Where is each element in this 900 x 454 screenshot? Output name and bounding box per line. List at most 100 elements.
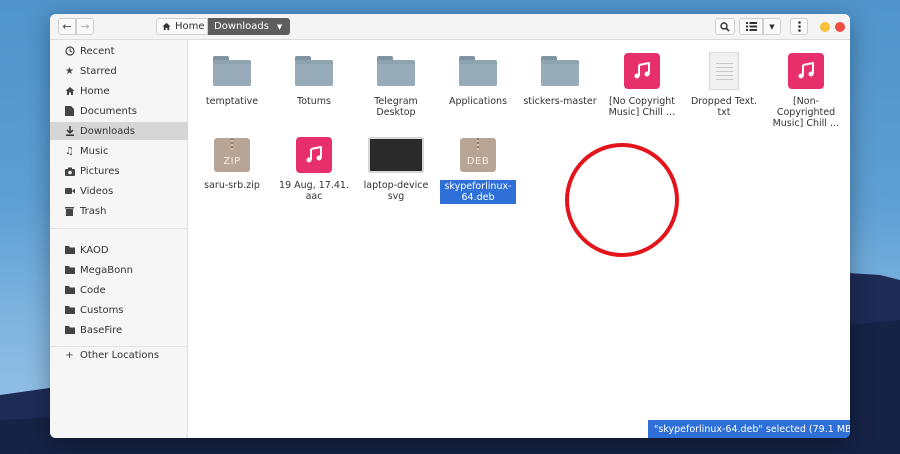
file-label: temptative bbox=[205, 96, 259, 107]
folder-icon bbox=[377, 56, 415, 86]
file-label: stickers-master bbox=[523, 96, 597, 107]
sidebar-item-documents[interactable]: Documents bbox=[50, 102, 188, 120]
sidebar-item-label: Downloads bbox=[80, 125, 135, 137]
sidebar-item-label: KAOD bbox=[80, 244, 109, 256]
file-item-stickers-master[interactable]: stickers-master bbox=[520, 48, 600, 107]
archive-badge: ZIP bbox=[223, 156, 241, 167]
back-button[interactable]: ← bbox=[58, 18, 76, 35]
breadcrumb-home[interactable]: Home bbox=[156, 18, 208, 35]
file-label: laptop-device svg bbox=[363, 180, 429, 202]
archive-badge: DEB bbox=[466, 156, 490, 167]
folder-icon bbox=[64, 265, 75, 276]
sidebar-item-customs[interactable]: Customs bbox=[50, 301, 188, 319]
sidebar-item-label: Home bbox=[80, 85, 110, 97]
sidebar-item-label: MegaBonn bbox=[80, 264, 133, 276]
camera-icon bbox=[64, 166, 75, 177]
file-label: Dropped Text. txt bbox=[690, 96, 757, 118]
header-bar: ← → Home Downloads ▼ ▼ bbox=[50, 14, 850, 40]
caret-down-icon: ▼ bbox=[276, 22, 283, 31]
list-view-button[interactable] bbox=[739, 18, 763, 35]
sidebar-item-label: Trash bbox=[80, 205, 107, 217]
plus-icon: + bbox=[65, 349, 74, 361]
file-label: Applications bbox=[448, 96, 508, 107]
sidebar-item-downloads[interactable]: Downloads bbox=[50, 122, 188, 140]
sidebar-item-megabonn[interactable]: MegaBonn bbox=[50, 261, 188, 279]
file-label: 19 Aug, 17.41. aac bbox=[279, 180, 349, 202]
file-item-skypeforlinux-deb[interactable]: DEB skypeforlinux-64.deb bbox=[438, 132, 518, 204]
file-item-saru-srb-zip[interactable]: ZIP saru-srb.zip bbox=[192, 132, 272, 191]
sidebar-item-label: Recent bbox=[80, 45, 115, 57]
menu-button[interactable] bbox=[790, 18, 808, 35]
forward-button[interactable]: → bbox=[76, 18, 94, 35]
file-grid: temptative Totums Telegram Desktop Appli… bbox=[188, 40, 850, 438]
clock-icon bbox=[64, 46, 75, 57]
file-item-totums[interactable]: Totums bbox=[274, 48, 354, 107]
file-label-selected: skypeforlinux-64.deb bbox=[440, 180, 516, 204]
video-icon bbox=[64, 186, 75, 197]
view-options-icon: ▼ bbox=[769, 22, 775, 31]
archive-file-icon: ZIP bbox=[214, 138, 250, 172]
sidebar-item-label: Other Locations bbox=[80, 349, 160, 361]
sidebar-item-basefire[interactable]: BaseFire bbox=[50, 321, 188, 339]
music-file-icon bbox=[788, 53, 824, 89]
search-icon bbox=[720, 21, 730, 32]
file-item-laptop-device-svg[interactable]: laptop-device svg bbox=[356, 132, 436, 202]
sidebar-item-label: Videos bbox=[80, 185, 114, 197]
arrow-left-icon: ← bbox=[62, 20, 72, 33]
file-item-non-copyrighted-music[interactable]: [Non-Copyrighted Music] Chill … bbox=[766, 48, 846, 129]
trash-icon bbox=[64, 206, 75, 217]
folder-icon bbox=[213, 56, 251, 86]
sidebar-item-label: BaseFire bbox=[80, 324, 123, 336]
file-item-temptative[interactable]: temptative bbox=[192, 48, 272, 107]
sidebar-item-home[interactable]: Home bbox=[50, 82, 188, 100]
image-thumbnail-icon bbox=[368, 137, 424, 173]
file-item-no-copyright-music[interactable]: [No Copyright Music] Chill … bbox=[602, 48, 682, 118]
sidebar-item-recent[interactable]: Recent bbox=[50, 42, 188, 60]
sidebar-item-label: Music bbox=[80, 145, 109, 157]
sidebar-item-pictures[interactable]: Pictures bbox=[50, 162, 188, 180]
archive-file-icon: DEB bbox=[460, 138, 496, 172]
star-icon: ★ bbox=[65, 65, 74, 77]
home-icon bbox=[64, 86, 75, 97]
close-button[interactable] bbox=[835, 22, 845, 32]
folder-icon bbox=[459, 56, 497, 86]
menu-icon bbox=[797, 21, 801, 32]
sidebar-item-music[interactable]: ♫ Music bbox=[50, 142, 188, 160]
breadcrumb-downloads[interactable]: Downloads ▼ bbox=[208, 18, 290, 35]
breadcrumb-home-label: Home bbox=[175, 21, 205, 32]
minimize-button[interactable] bbox=[820, 22, 830, 32]
text-file-icon bbox=[709, 52, 739, 90]
folder-icon bbox=[64, 305, 75, 316]
file-label: Totums bbox=[297, 96, 331, 107]
folder-icon bbox=[64, 325, 75, 336]
sidebar-item-label: Customs bbox=[80, 304, 124, 316]
sidebar-item-label: Starred bbox=[80, 65, 117, 77]
sidebar-item-kaod[interactable]: KAOD bbox=[50, 241, 188, 259]
sidebar-item-label: Documents bbox=[80, 105, 138, 117]
sidebar-item-label: Pictures bbox=[80, 165, 120, 177]
sidebar-item-other-locations[interactable]: + Other Locations bbox=[50, 346, 188, 364]
music-icon: ♫ bbox=[65, 145, 74, 157]
search-button[interactable] bbox=[715, 18, 735, 35]
folder-icon bbox=[295, 56, 333, 86]
download-icon bbox=[64, 126, 75, 137]
music-file-icon bbox=[296, 137, 332, 173]
file-item-aac-audio[interactable]: 19 Aug, 17.41. aac bbox=[274, 132, 354, 202]
view-options-button[interactable]: ▼ bbox=[763, 18, 781, 35]
highlight-circle bbox=[565, 143, 679, 257]
file-item-dropped-text[interactable]: Dropped Text. txt bbox=[684, 48, 764, 118]
file-item-applications[interactable]: Applications bbox=[438, 48, 518, 107]
sidebar-item-code[interactable]: Code bbox=[50, 281, 188, 299]
sidebar-item-videos[interactable]: Videos bbox=[50, 182, 188, 200]
sidebar-item-label: Code bbox=[80, 284, 106, 296]
file-item-telegram-desktop[interactable]: Telegram Desktop bbox=[356, 48, 436, 118]
document-icon bbox=[64, 106, 75, 117]
home-icon bbox=[162, 22, 171, 31]
sidebar-item-starred[interactable]: ★ Starred bbox=[50, 62, 188, 80]
music-file-icon bbox=[624, 53, 660, 89]
folder-icon bbox=[64, 285, 75, 296]
arrow-right-icon: → bbox=[80, 20, 90, 33]
sidebar-divider bbox=[50, 228, 188, 229]
file-manager-window: ← → Home Downloads ▼ ▼ Recent ★ Starred … bbox=[50, 14, 850, 438]
sidebar-item-trash[interactable]: Trash bbox=[50, 202, 188, 220]
